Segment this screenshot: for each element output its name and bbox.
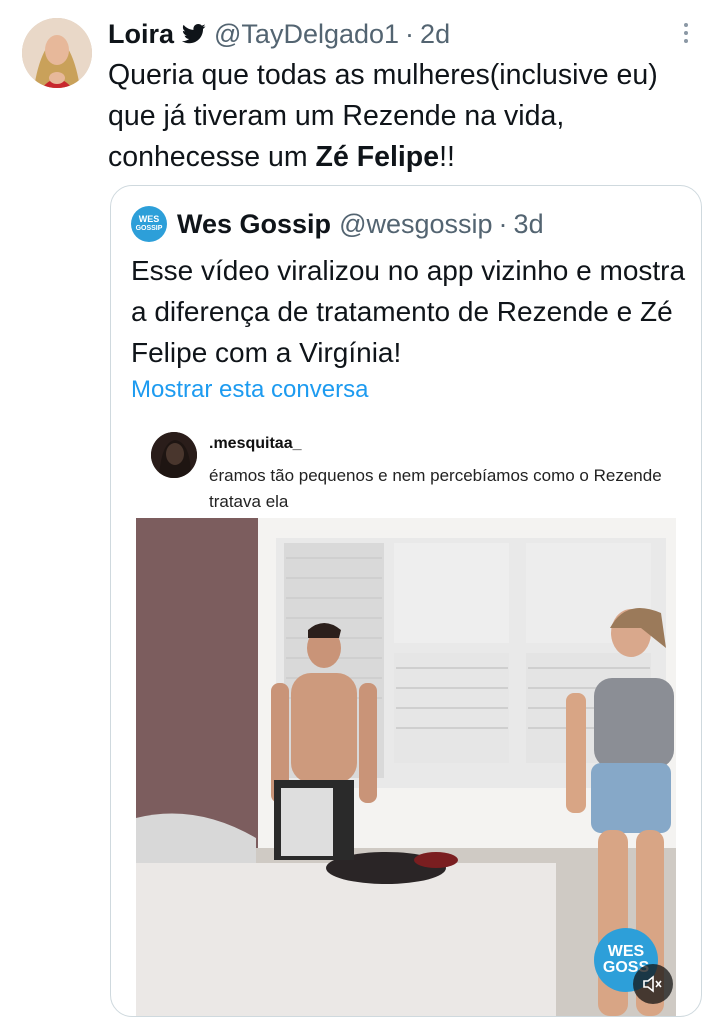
- instagram-username: .mesquitaa_: [209, 435, 302, 452]
- tweet-header: Loira @TayDelgado1 · 2d: [108, 16, 682, 52]
- tweet-text-bold: Zé Felipe: [315, 141, 440, 173]
- video-frame[interactable]: WES GOSS: [136, 518, 676, 1016]
- quoted-handle[interactable]: @wesgossip: [339, 209, 492, 240]
- quoted-tweet-card[interactable]: WES GOSSIP Wes Gossip @wesgossip · 3d Es…: [110, 185, 702, 1017]
- quoted-tweet-header: WES GOSSIP Wes Gossip @wesgossip · 3d: [131, 204, 544, 244]
- tweet-text-part2: !!: [439, 141, 455, 173]
- user-handle[interactable]: @TayDelgado1: [214, 19, 399, 50]
- quoted-timestamp[interactable]: 3d: [514, 209, 544, 240]
- separator-dot: ·: [405, 18, 415, 49]
- quoted-tweet-text: Esse vídeo viralizou no app vizinho e mo…: [131, 255, 686, 368]
- media-container[interactable]: .mesquitaa_ éramos tão pequenos e nem pe…: [136, 418, 676, 1016]
- quoted-separator: ·: [498, 208, 508, 239]
- volume-icon[interactable]: [633, 964, 673, 1004]
- more-icon[interactable]: [676, 18, 696, 48]
- quoted-avatar-text-1: WES: [138, 214, 160, 224]
- instagram-caption: éramos tão pequenos e nem percebíamos co…: [209, 466, 662, 511]
- quoted-avatar[interactable]: WES GOSSIP: [131, 206, 167, 242]
- show-thread-link[interactable]: Mostrar esta conversa: [131, 376, 368, 404]
- video-scene: [136, 518, 676, 1016]
- watermark-text-1: WES: [607, 943, 645, 960]
- user-avatar[interactable]: [22, 18, 92, 88]
- timestamp[interactable]: 2d: [420, 19, 450, 50]
- quoted-avatar-text-2: GOSSIP: [135, 225, 163, 232]
- tweet-text: Queria que todas as mulheres(inclusive e…: [108, 55, 688, 178]
- quoted-display-name[interactable]: Wes Gossip: [177, 209, 331, 240]
- display-name[interactable]: Loira: [108, 19, 174, 50]
- twitter-bird-icon: [182, 24, 206, 44]
- instagram-avatar: [151, 432, 197, 478]
